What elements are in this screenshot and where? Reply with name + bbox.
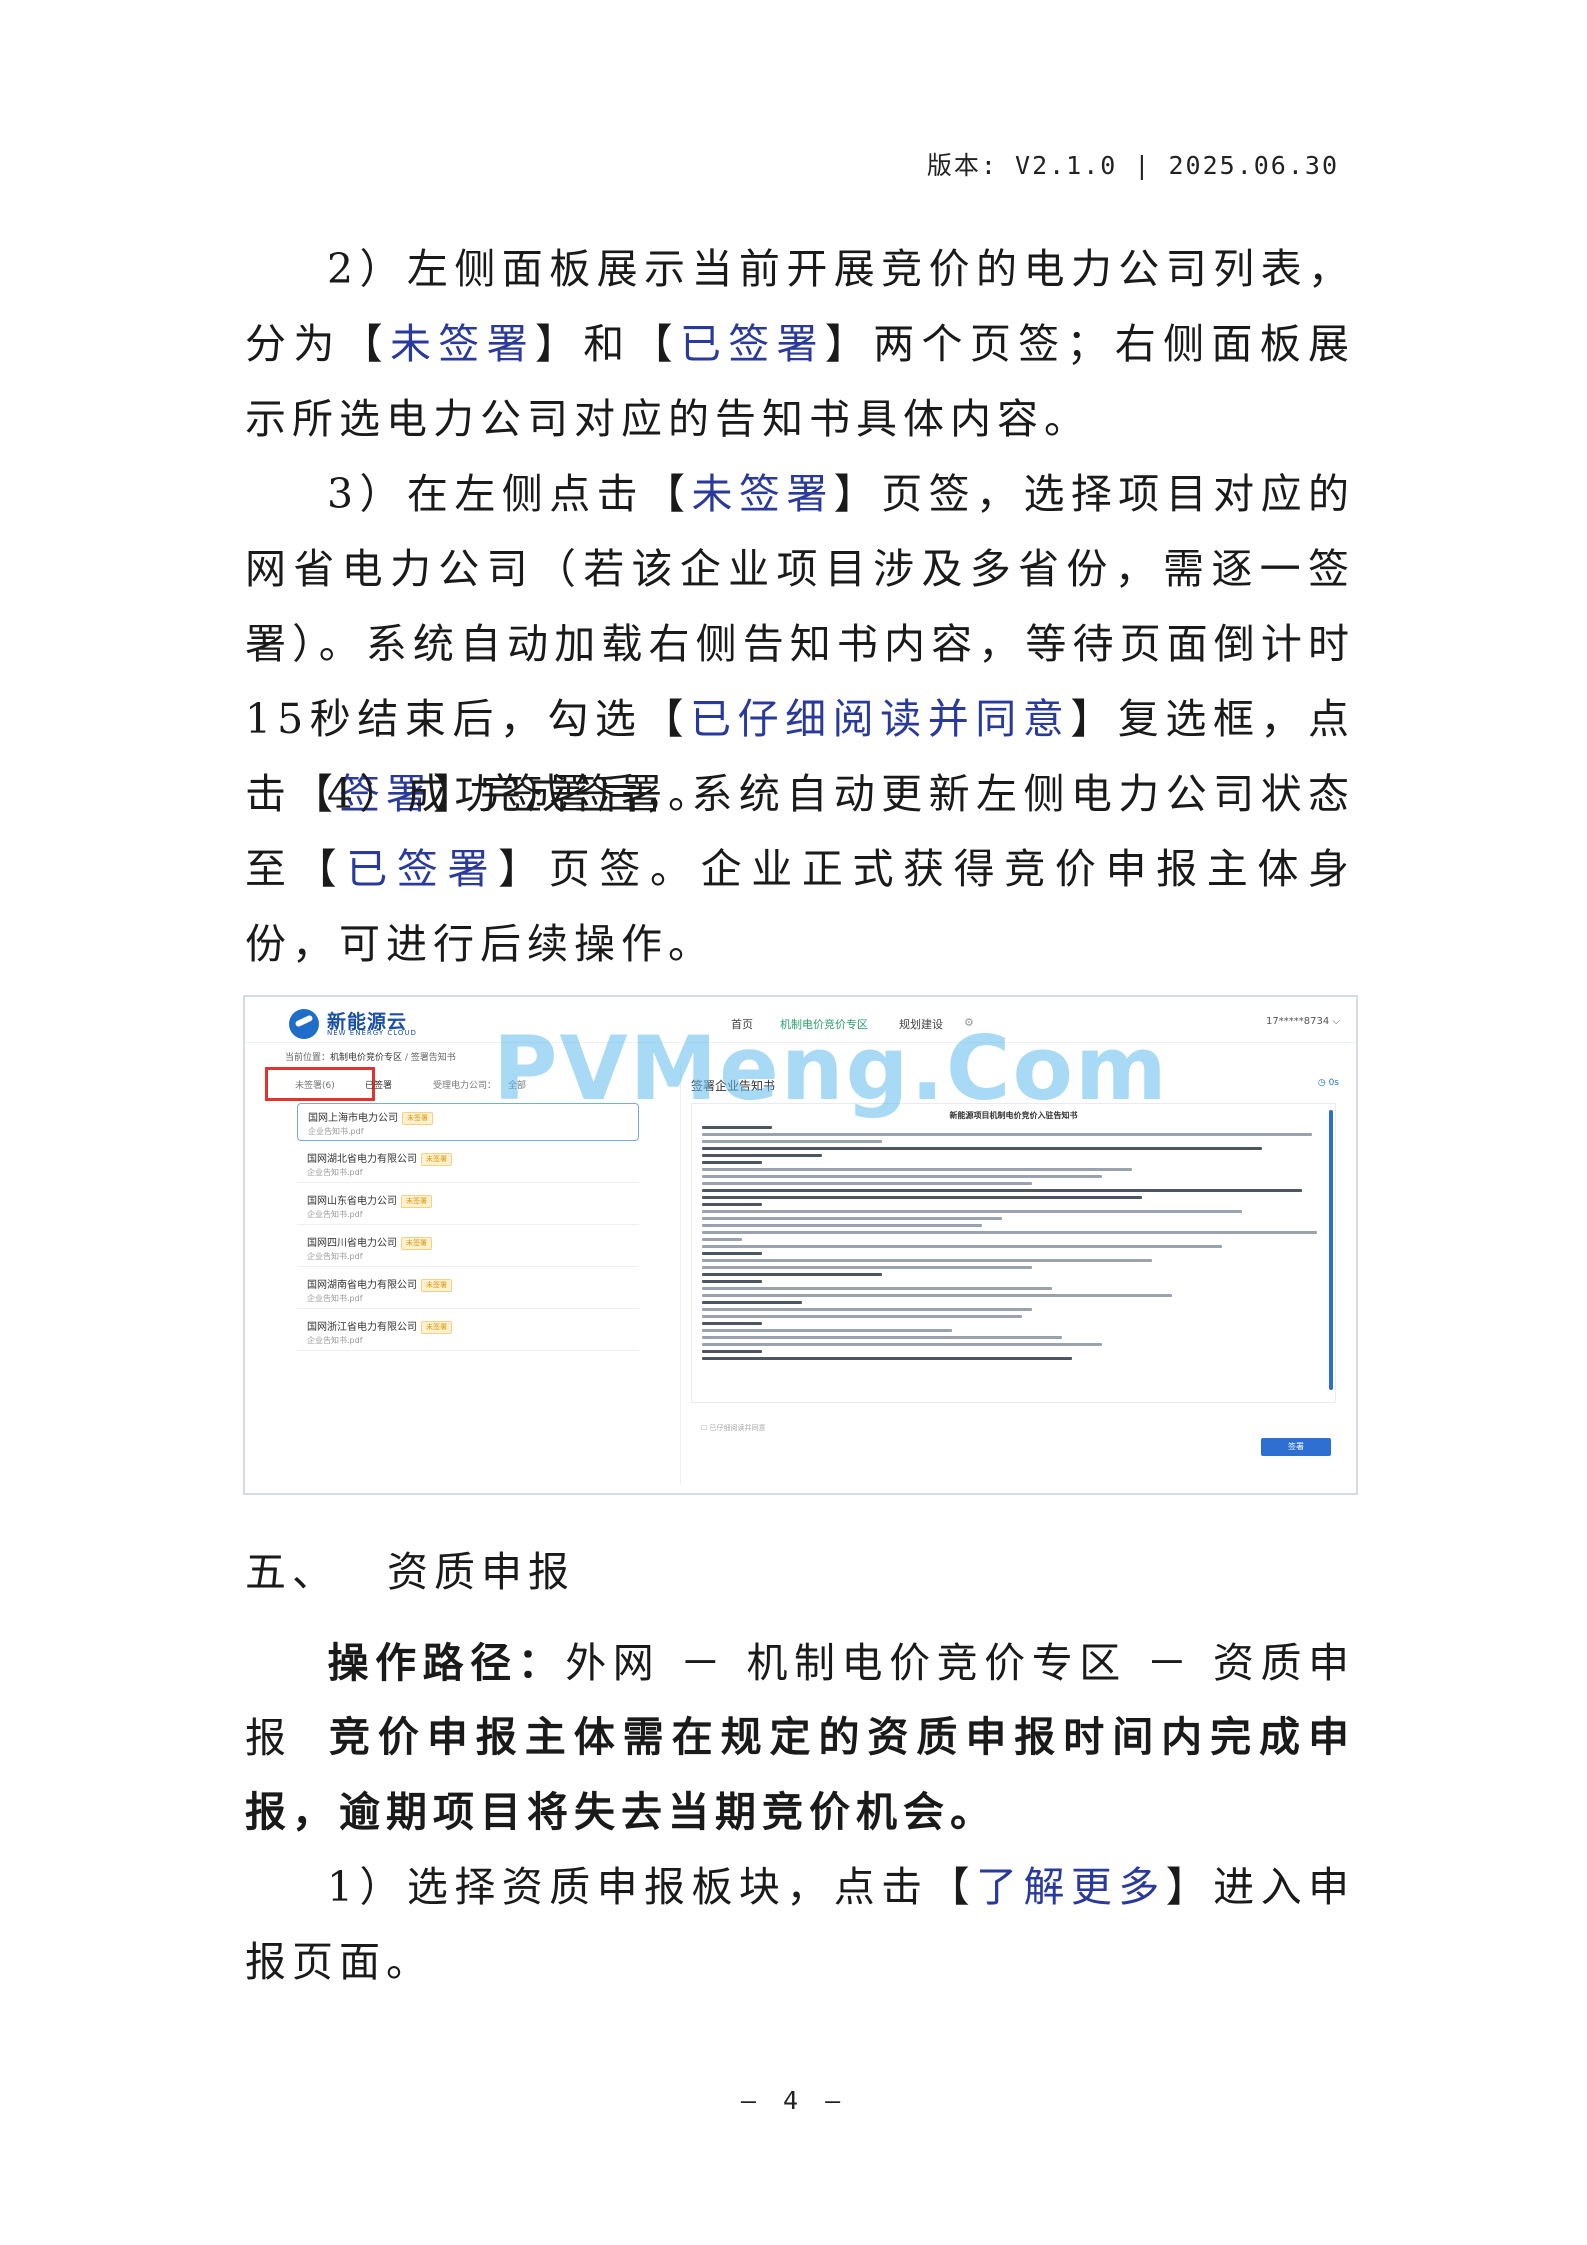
company-file[interactable]: 企业告知书.pdf (308, 1126, 364, 1137)
company-item[interactable]: 国网四川省电力公司 未签署 企业告知书.pdf (297, 1229, 639, 1267)
user-account[interactable]: 17*****8734 ⌵ (1266, 1016, 1340, 1027)
status-badge: 未签署 (402, 1112, 433, 1125)
company-name: 国网浙江省电力有限公司 (307, 1322, 417, 1333)
text: 竞价申报主体需在规定的资质申报时间内完成申报，逾期项目将失去当期竞价机会。 (245, 1713, 1355, 1836)
doc-text-line (702, 1259, 1152, 1262)
doc-text-line (702, 1133, 1312, 1136)
doc-text-line (702, 1231, 1317, 1234)
filter-label: 受理电力公司： (433, 1081, 497, 1091)
doc-text-line (702, 1273, 882, 1276)
doc-text-line (702, 1182, 1032, 1185)
doc-text-line (702, 1280, 762, 1283)
breadcrumb-prefix: 当前位置： (285, 1053, 331, 1063)
doc-text-line (702, 1238, 742, 1241)
doc-text-line (702, 1147, 1262, 1150)
section-title: 资质申报 (387, 1548, 575, 1596)
sign-button[interactable]: 签署 (1261, 1438, 1331, 1456)
doc-text-line (702, 1224, 982, 1227)
text: 1）选择资质申报板块，点击【 (327, 1863, 977, 1911)
doc-text-line (702, 1140, 882, 1143)
notice-panel: 签署企业告知书 ◷ 0s 新能源项目机制电价竞价入驻告知书 ☐ 已仔细阅读并同意… (680, 1065, 1347, 1485)
doc-text-line (702, 1203, 762, 1206)
doc-text-line (702, 1308, 1032, 1311)
tab-ref-unsigned: 未签署 (691, 470, 834, 518)
status-badge: 未签署 (421, 1153, 452, 1166)
text: 3）在左侧点击【 (327, 470, 692, 518)
status-badge: 未签署 (421, 1321, 452, 1334)
company-file[interactable]: 企业告知书.pdf (307, 1251, 363, 1262)
company-file[interactable]: 企业告知书.pdf (307, 1293, 363, 1304)
link-ref-learn-more: 了解更多 (976, 1863, 1166, 1911)
doc-text-line (702, 1154, 822, 1157)
signing-screenshot: 新能源云 NEW ENERGY CLOUD 首页 机制电价竞价专区 规划建设 ⚙… (243, 995, 1358, 1495)
doc-text-line (702, 1357, 1072, 1360)
company-file[interactable]: 企业告知书.pdf (307, 1335, 363, 1346)
company-item[interactable]: 国网湖南省电力有限公司 未签署 企业告知书.pdf (297, 1271, 639, 1309)
company-name: 国网上海市电力公司 (308, 1113, 398, 1124)
company-item[interactable]: 国网山东省电力公司 未签署 企业告知书.pdf (297, 1187, 639, 1225)
doc-text-line (702, 1210, 1242, 1213)
breadcrumb-current: 签署告知书 (410, 1053, 456, 1063)
scrollbar[interactable] (1329, 1110, 1333, 1390)
paragraph-step-2: 2）左侧面板展示当前开展竞价的电力公司列表，分为【未签署】和【已签署】两个页签；… (245, 232, 1355, 457)
paragraph-qual-step-1: 1）选择资质申报板块，点击【了解更多】进入申报页面。 (245, 1850, 1355, 2000)
doc-text-line (702, 1350, 762, 1353)
paragraph-step-4: 4）成功签署后，系统自动更新左侧电力公司状态至【已签署】页签。企业正式获得竞价申… (245, 757, 1355, 982)
company-name: 国网四川省电力公司 (307, 1238, 397, 1249)
doc-text-line (702, 1294, 1172, 1297)
doc-text-line (702, 1336, 1062, 1339)
doc-text-line (702, 1175, 1102, 1178)
doc-text-line (702, 1315, 1022, 1318)
tab-ref-unsigned: 未签署 (389, 320, 535, 368)
tab-ref-signed: 已签署 (679, 320, 825, 368)
logo-subtitle: NEW ENERGY CLOUD (327, 1029, 417, 1037)
tab-ref-signed: 已签署 (346, 845, 499, 893)
intro-paragraph: 竞价申报主体需在规定的资质申报时间内完成申报，逾期项目将失去当期竞价机会。 (245, 1700, 1355, 1850)
doc-text-line (702, 1301, 802, 1304)
doc-text-line (702, 1343, 1102, 1346)
status-badge: 未签署 (401, 1237, 432, 1250)
logo-icon (289, 1009, 319, 1039)
agree-label: 已仔细阅读并同意 (709, 1424, 766, 1432)
doc-text-line (702, 1196, 1142, 1199)
company-file[interactable]: 企业告知书.pdf (307, 1167, 363, 1178)
company-item[interactable]: 国网湖北省电力有限公司 未签署 企业告知书.pdf (297, 1145, 639, 1183)
doc-text-line (702, 1252, 762, 1255)
doc-text-line (702, 1287, 1052, 1290)
doc-text-line (702, 1189, 1302, 1192)
breadcrumb-item[interactable]: 机制电价竞价专区 (330, 1053, 402, 1063)
company-file[interactable]: 企业告知书.pdf (307, 1209, 363, 1220)
doc-text-line (702, 1266, 1032, 1269)
doc-text-line (702, 1329, 952, 1332)
company-name: 国网湖北省电力有限公司 (307, 1154, 417, 1165)
section-number: 五、 (245, 1548, 339, 1596)
version-label: 版本: V2.1.0 | 2025.06.30 (926, 151, 1339, 180)
section-heading: 五、 资质申报 (245, 1538, 575, 1598)
user-phone: 17*****8734 (1266, 1016, 1330, 1027)
countdown-timer: ◷ 0s (1317, 1078, 1339, 1088)
company-name: 国网山东省电力公司 (307, 1196, 397, 1207)
company-name: 国网湖南省电力有限公司 (307, 1280, 417, 1291)
agree-checkbox[interactable]: ☐ 已仔细阅读并同意 (701, 1423, 766, 1433)
watermark: PVMeng.Com (493, 1017, 1169, 1120)
checkbox-ref: 已仔细阅读并同意 (690, 695, 1071, 743)
breadcrumb: 当前位置：机制电价竞价专区 / 签署告知书 (285, 1050, 456, 1063)
doc-text-line (702, 1245, 1222, 1248)
notice-document[interactable]: 新能源项目机制电价竞价入驻告知书 (691, 1103, 1336, 1403)
tab-signed[interactable]: 已签署 (365, 1078, 392, 1091)
doc-text-line (702, 1126, 772, 1129)
doc-text-line (702, 1168, 1132, 1171)
company-item[interactable]: 国网浙江省电力有限公司 未签署 企业告知书.pdf (297, 1313, 639, 1351)
doc-text-line (702, 1161, 762, 1164)
doc-text-line (702, 1217, 1002, 1220)
page-number: — 4 — (740, 2086, 847, 2115)
breadcrumb-separator: / (402, 1053, 411, 1063)
text: 】和【 (534, 320, 680, 368)
countdown-value: 0s (1328, 1078, 1339, 1088)
status-badge: 未签署 (401, 1195, 432, 1208)
path-label: 操作路径： (327, 1639, 566, 1687)
doc-text-line (702, 1322, 762, 1325)
tab-unsigned[interactable]: 未签署(6) (295, 1078, 335, 1091)
status-badge: 未签署 (421, 1279, 452, 1292)
